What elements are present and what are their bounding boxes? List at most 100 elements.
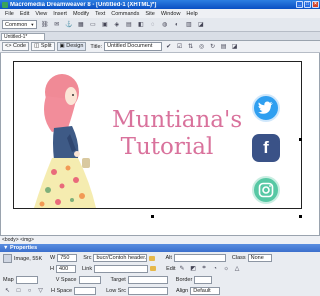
map-label: Map — [3, 277, 14, 283]
insert-category-select[interactable]: Common ▼ — [2, 20, 38, 29]
rect-hotspot-icon[interactable]: □ — [14, 286, 23, 295]
menu-bar: File Edit View Insert Modify Text Comman… — [0, 9, 320, 18]
document-tab[interactable]: Untitled-1* — [1, 33, 45, 40]
hspace-label: H Space — [51, 287, 73, 294]
header-title: Muntiana's Tutorial — [112, 107, 243, 161]
instagram-icon — [252, 176, 280, 204]
target-select[interactable] — [127, 276, 168, 284]
selected-header-image[interactable]: Muntiana's Tutorial f — [13, 61, 302, 209]
menu-window[interactable]: Window — [161, 11, 181, 17]
menu-insert[interactable]: Insert — [53, 11, 67, 17]
image-icon[interactable]: ▣ — [100, 20, 109, 29]
hotspot-pointer-icon[interactable]: ↖ — [3, 286, 12, 295]
comment-icon[interactable]: ◌ — [148, 20, 157, 29]
browse-folder-icon[interactable] — [149, 255, 156, 261]
window-title: Macromedia Dreamweaver 8 - [Untitled-1 (… — [10, 1, 157, 8]
menu-help[interactable]: Help — [186, 11, 197, 17]
head-icon[interactable]: ◍ — [160, 20, 169, 29]
class-select[interactable]: None — [247, 254, 272, 262]
sharpen-icon[interactable]: △ — [233, 264, 242, 273]
properties-panel-header[interactable]: ▼ Properties — [0, 244, 320, 252]
image-thumbnail-icon — [3, 254, 12, 263]
height-label: H — [50, 265, 54, 272]
file-management-icon[interactable]: ⇅ — [186, 42, 195, 51]
validate-icon[interactable]: ☑ — [175, 42, 184, 51]
insert-category-value: Common — [5, 21, 28, 28]
refresh-icon[interactable]: ↻ — [208, 42, 217, 51]
link-label: Link — [81, 265, 93, 272]
template-icon[interactable]: ▥ — [184, 20, 193, 29]
browser-check-icon[interactable]: ✔ — [164, 42, 173, 51]
lowsrc-label: Low Src — [106, 287, 126, 294]
resize-handle-bottom[interactable] — [151, 215, 154, 218]
chevron-down-icon: ▼ — [30, 22, 35, 27]
menu-modify[interactable]: Modify — [73, 11, 89, 17]
border-label: Border — [175, 277, 193, 283]
design-view-area[interactable]: Muntiana's Tutorial f — [0, 53, 320, 235]
table-icon[interactable]: ▦ — [76, 20, 85, 29]
polygon-hotspot-icon[interactable]: ▽ — [36, 286, 45, 295]
menu-site[interactable]: Site — [145, 11, 154, 17]
menu-view[interactable]: View — [35, 11, 47, 17]
alt-input[interactable] — [173, 254, 226, 262]
email-link-icon[interactable]: ✉ — [52, 20, 61, 29]
hspace-input[interactable] — [74, 286, 97, 295]
document-toolbar: <> Code ◫ Split ▣ Design Title: Untitled… — [0, 40, 320, 53]
resize-handle-right[interactable] — [299, 138, 302, 141]
lowsrc-input[interactable] — [127, 286, 168, 295]
server-side-include-icon[interactable]: ◧ — [136, 20, 145, 29]
document-title-input[interactable]: Untitled Document — [104, 42, 163, 51]
named-anchor-icon[interactable]: ⚓ — [64, 20, 73, 29]
media-icon[interactable]: ◈ — [112, 20, 121, 29]
image-type-label: Image, 55K — [14, 255, 43, 262]
crop-icon[interactable]: ⌗ — [200, 264, 209, 273]
properties-panel: Image, 55K W 750 Src bucr/Contoh header.… — [0, 252, 320, 296]
title-label: Title: — [90, 43, 103, 50]
circle-hotspot-icon[interactable]: ○ — [25, 286, 34, 295]
tag-selector-bar[interactable]: <body> <img> — [0, 235, 320, 244]
width-input[interactable]: 750 — [57, 254, 78, 262]
optimize-icon[interactable]: ◩ — [189, 264, 198, 273]
map-input[interactable] — [15, 276, 38, 284]
resample-icon[interactable]: ◔ — [211, 264, 220, 273]
header-title-line1: Muntiana's — [112, 107, 243, 133]
hyperlink-icon[interactable]: ⛓ — [40, 20, 49, 29]
insert-bar: Common ▼ ⛓ ✉ ⚓ ▦ ▭ ▣ ◈ ▤ ◧ ◌ ◍ ◐ ▥ ◪ — [0, 18, 320, 32]
view-options-icon[interactable]: ▤ — [219, 42, 228, 51]
src-label: Src — [83, 255, 92, 261]
height-input[interactable]: 400 — [55, 264, 76, 273]
preview-in-browser-icon[interactable]: ◎ — [197, 42, 206, 51]
split-view-button[interactable]: ◫ Split — [31, 42, 55, 51]
layer-icon[interactable]: ▭ — [88, 20, 97, 29]
link-folder-icon[interactable] — [150, 266, 157, 271]
resize-handle-corner[interactable] — [299, 215, 302, 218]
date-icon[interactable]: ▤ — [124, 20, 133, 29]
align-label: Align — [175, 287, 189, 294]
maximize-button[interactable]: □ — [304, 1, 311, 8]
design-view-button[interactable]: ▣ Design — [56, 42, 87, 51]
align-select[interactable]: Default — [190, 286, 221, 295]
header-title-line2: Tutorial — [120, 134, 214, 160]
menu-file[interactable]: File — [5, 11, 14, 17]
width-label: W — [50, 255, 56, 261]
close-button[interactable]: × — [312, 1, 319, 8]
class-label: Class — [231, 255, 246, 261]
facebook-icon: f — [252, 134, 280, 162]
menu-edit[interactable]: Edit — [20, 11, 29, 17]
border-input[interactable] — [194, 276, 213, 284]
tag-chooser-icon[interactable]: ◪ — [196, 20, 205, 29]
code-view-button[interactable]: <> Code — [2, 42, 30, 51]
vspace-input[interactable] — [78, 276, 101, 284]
visual-aids-icon[interactable]: ◪ — [230, 42, 239, 51]
edit-image-icon[interactable]: ✎ — [178, 264, 187, 273]
script-icon[interactable]: ◐ — [172, 20, 181, 29]
minimize-button[interactable]: _ — [296, 1, 303, 8]
menu-text[interactable]: Text — [95, 11, 105, 17]
window-titlebar: Macromedia Dreamweaver 8 - [Untitled-1 (… — [0, 0, 320, 9]
src-input[interactable]: bucr/Contoh header.jpg — [93, 254, 148, 262]
brightness-icon[interactable]: ☼ — [222, 264, 231, 273]
target-label: Target — [110, 277, 126, 283]
link-input[interactable] — [94, 264, 149, 273]
menu-commands[interactable]: Commands — [111, 11, 139, 17]
edit-label: Edit — [166, 265, 176, 272]
